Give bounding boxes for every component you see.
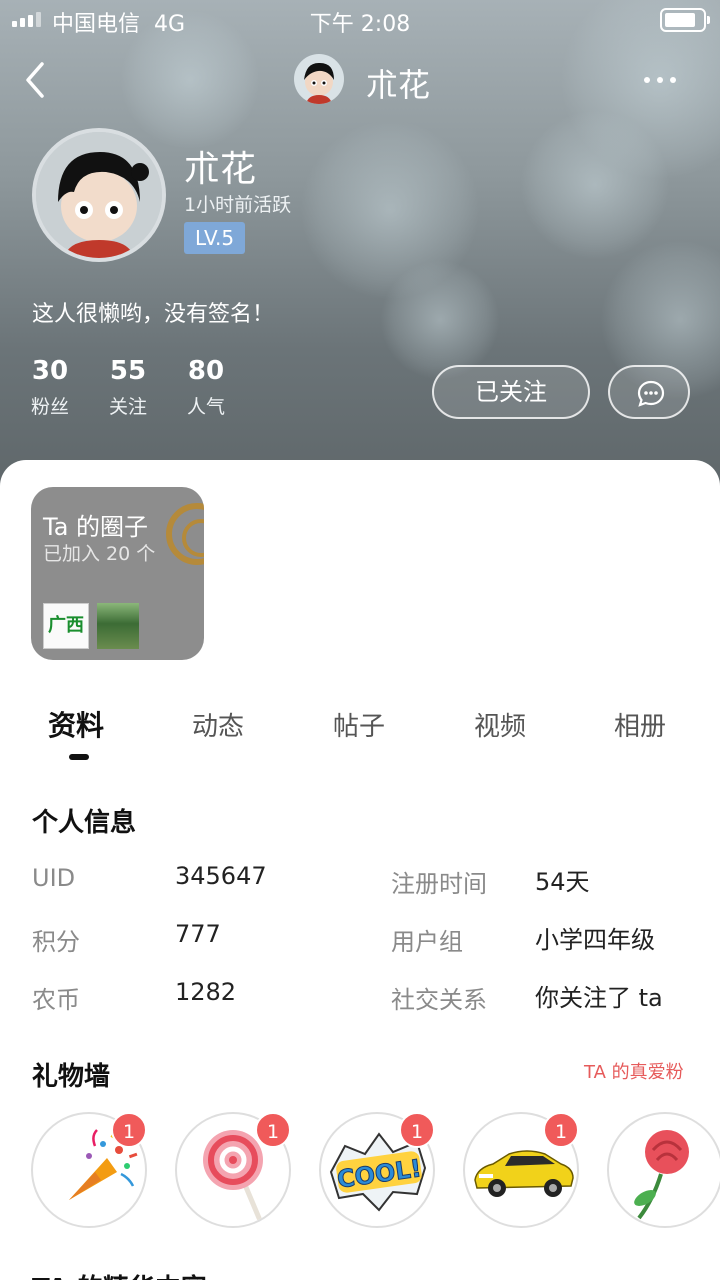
stat-label: 粉丝 xyxy=(30,396,69,418)
info-label-uid: UID xyxy=(32,864,76,892)
stat-popularity[interactable]: 80 人气 xyxy=(166,356,246,419)
info-label-points: 积分 xyxy=(32,928,80,956)
tab-albums[interactable]: 相册 xyxy=(614,706,666,743)
info-label-user-group: 用户组 xyxy=(391,928,463,956)
battery-icon xyxy=(660,8,710,32)
avatar[interactable] xyxy=(32,128,166,262)
gift-count-badge: 1 xyxy=(255,1112,291,1148)
circle-logo-icon xyxy=(166,503,204,565)
info-value-register-time: 54天 xyxy=(535,868,590,896)
tab-activity[interactable]: 动态 xyxy=(192,706,244,743)
gift-item[interactable] xyxy=(607,1112,720,1228)
info-value-points: 777 xyxy=(175,920,221,948)
tab-videos[interactable]: 视频 xyxy=(474,706,526,743)
info-value-coins: 1282 xyxy=(175,978,237,1006)
circles-card-title: Ta 的圈子 xyxy=(43,513,149,541)
message-button[interactable] xyxy=(608,365,690,419)
tab-profile[interactable]: 资料 xyxy=(48,704,104,744)
stat-label: 关注 xyxy=(108,396,147,418)
info-label-register-time: 注册时间 xyxy=(391,870,487,898)
status-bar: 中国电信 4G 下午 2:08 xyxy=(0,0,720,40)
stat-label: 人气 xyxy=(186,396,225,418)
clock: 下午 2:08 xyxy=(309,12,411,37)
gift-count-badge: 1 xyxy=(399,1112,435,1148)
back-button[interactable] xyxy=(20,60,54,100)
rose-icon xyxy=(634,1130,689,1220)
personal-info-title: 个人信息 xyxy=(32,808,137,838)
stat-value: 80 xyxy=(187,356,225,386)
active-status: 1小时前活跃 xyxy=(184,194,292,216)
info-label-coins: 农币 xyxy=(32,986,80,1014)
circles-card[interactable]: Ta 的圈子 已加入 20 个 广西 xyxy=(31,487,204,660)
signature: 这人很懒哟，没有签名！ xyxy=(32,302,275,327)
followed-button[interactable]: 已关注 xyxy=(432,365,590,419)
nav-avatar xyxy=(294,54,344,104)
info-value-relation: 你关注了 ta xyxy=(535,984,663,1012)
stat-value: 55 xyxy=(109,356,147,386)
more-button[interactable] xyxy=(644,70,684,90)
nav-title: 朮花 xyxy=(366,66,431,104)
stat-value: 30 xyxy=(31,356,69,386)
circle-thumb[interactable]: 广西 xyxy=(43,603,89,649)
stat-following[interactable]: 55 关注 xyxy=(88,356,168,419)
stat-fans[interactable]: 30 粉丝 xyxy=(10,356,90,419)
true-fans-link[interactable]: TA 的真爱粉 xyxy=(584,1058,684,1084)
chat-bubble-icon xyxy=(637,380,665,407)
chevron-left-icon xyxy=(26,62,44,98)
gift-wall-title: 礼物墙 xyxy=(32,1062,111,1092)
tab-posts[interactable]: 帖子 xyxy=(333,706,385,743)
circles-card-subtitle: 已加入 20 个 xyxy=(43,543,156,565)
info-value-uid: 345647 xyxy=(175,862,267,890)
circle-thumb-photo[interactable] xyxy=(97,603,139,649)
tab-indicator xyxy=(69,754,89,760)
level-badge: LV.5 xyxy=(184,222,246,254)
info-value-user-group: 小学四年级 xyxy=(535,926,655,954)
profile-name: 朮花 xyxy=(184,149,257,190)
gift-count-badge: 1 xyxy=(111,1112,147,1148)
gift-count-badge: 1 xyxy=(543,1112,579,1148)
info-label-relation: 社交关系 xyxy=(391,986,487,1014)
highlights-title: TA 的精华内容 xyxy=(32,1268,207,1280)
